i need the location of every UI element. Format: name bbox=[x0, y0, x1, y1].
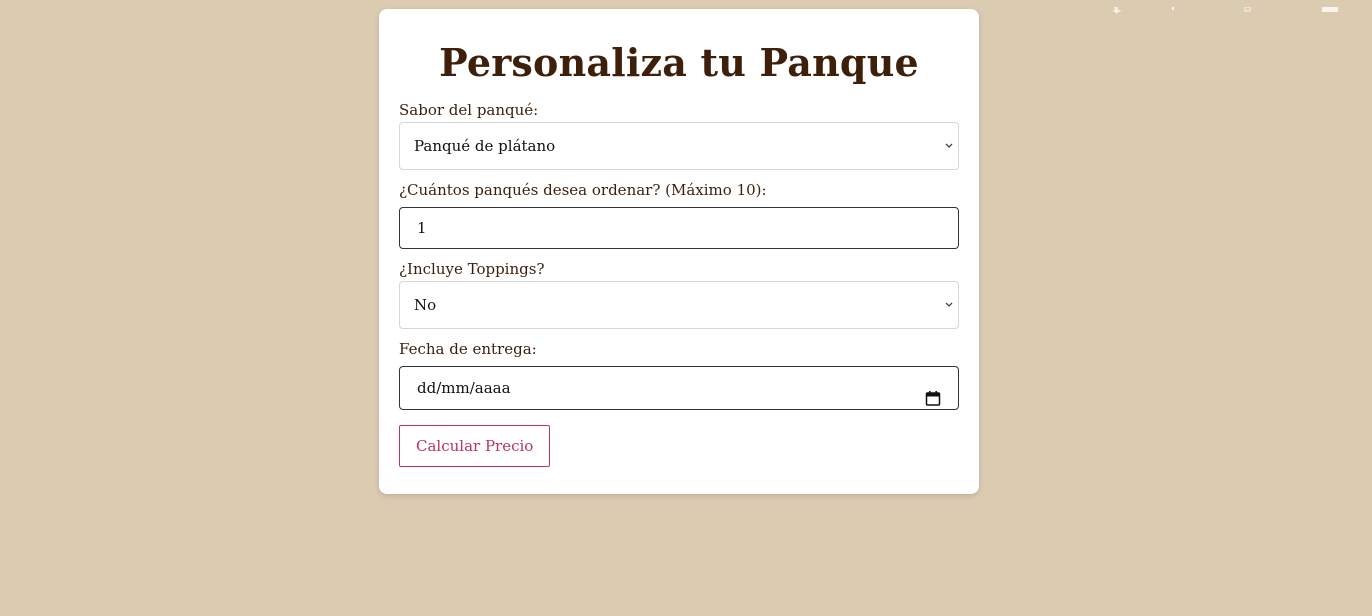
chevron-down-icon bbox=[944, 282, 954, 328]
flavor-selected-value: Panqué de plátano bbox=[414, 137, 556, 155]
chevron-down-icon bbox=[944, 123, 954, 169]
toppings-label: ¿Incluye Toppings? bbox=[399, 260, 545, 278]
toppings-select[interactable]: No bbox=[399, 281, 959, 329]
quantity-value: 1 bbox=[417, 219, 427, 237]
delivery-date-input[interactable]: dd/mm/aaaa bbox=[399, 366, 959, 410]
date-placeholder: dd/mm/aaaa bbox=[417, 379, 511, 397]
delivery-date-label: Fecha de entrega: bbox=[399, 340, 537, 358]
quantity-input[interactable]: 1 bbox=[399, 207, 959, 249]
toppings-selected-value: No bbox=[414, 296, 437, 314]
calendar-icon[interactable] bbox=[925, 380, 941, 406]
quantity-label: ¿Cuántos panqués desea ordenar? (Máximo … bbox=[399, 181, 767, 199]
flavor-label: Sabor del panqué: bbox=[399, 101, 539, 119]
flavor-select[interactable]: Panqué de plátano bbox=[399, 122, 959, 170]
page-title: Personaliza tu Panque bbox=[439, 40, 919, 85]
calculate-price-button[interactable]: Calcular Precio bbox=[399, 425, 551, 467]
order-form-card: Personaliza tu Panque Sabor del panqué: … bbox=[379, 9, 979, 494]
browser-toolbar-fragment bbox=[1100, 0, 1372, 14]
